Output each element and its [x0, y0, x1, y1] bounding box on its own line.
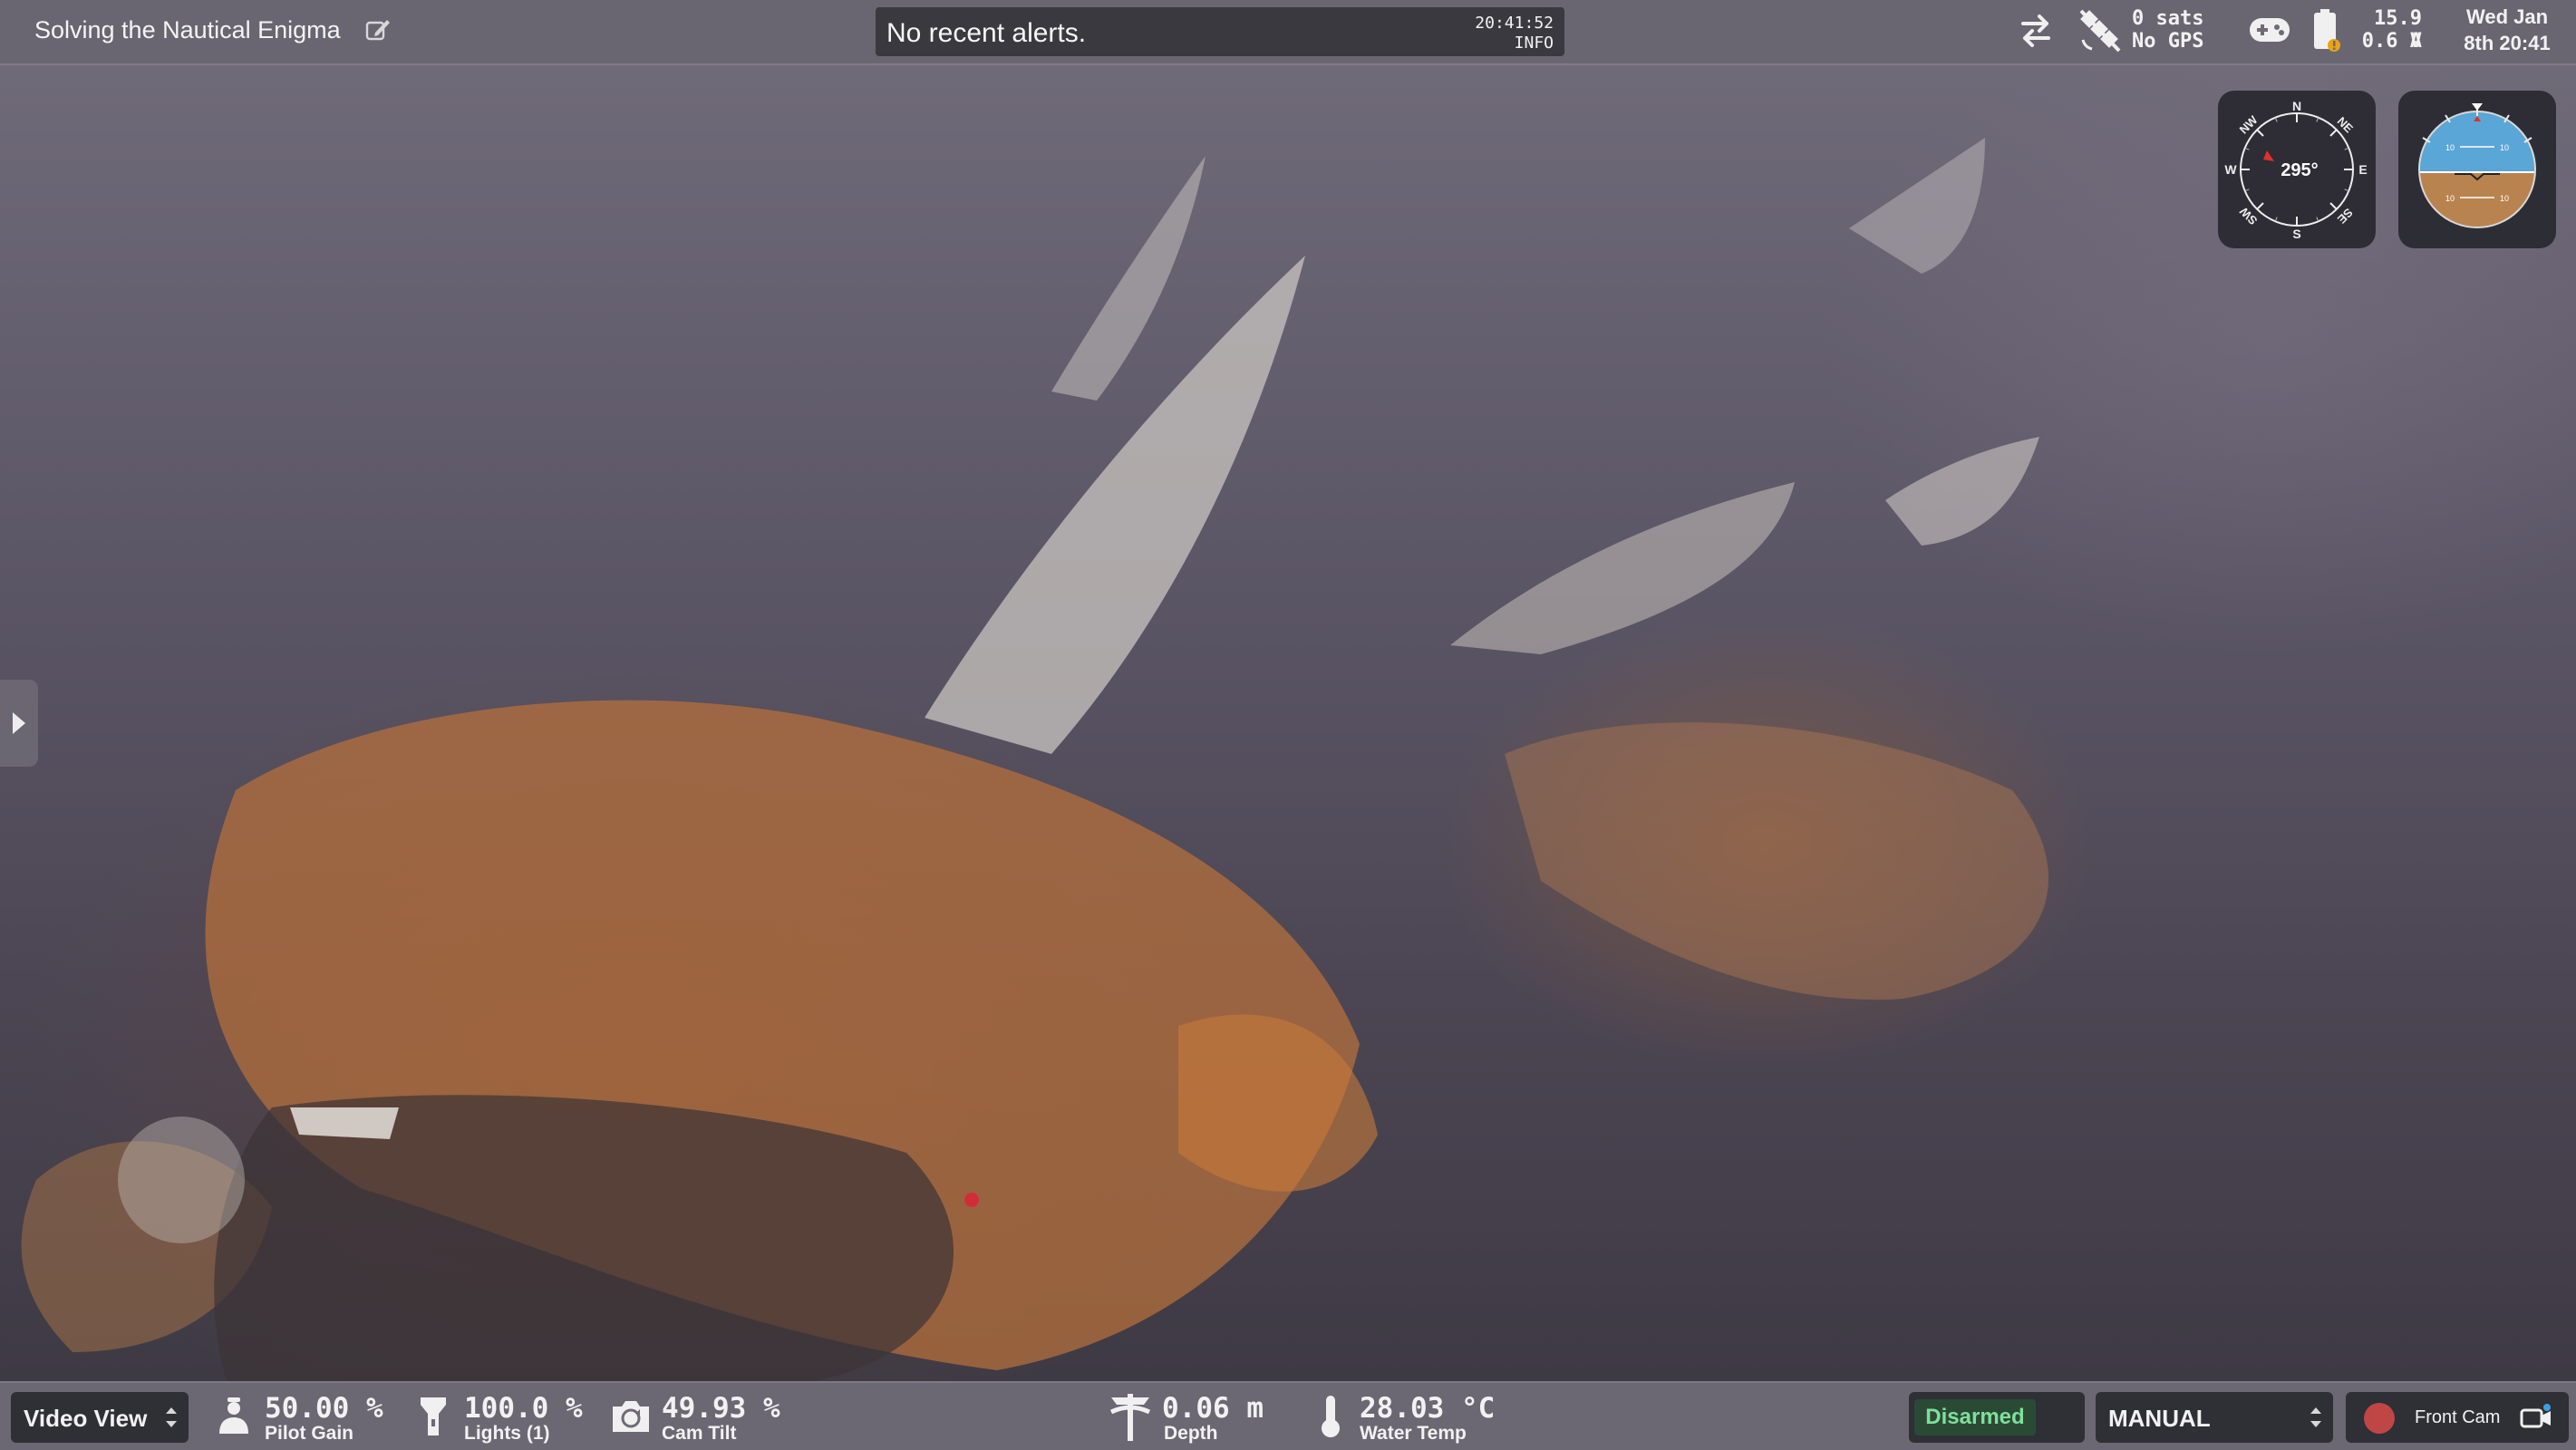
top-bar: Solving the Nautical Enigma No recent al… [0, 0, 2576, 65]
clock-time: 8th 20:41 [2464, 32, 2551, 54]
heading-pointer-icon [2263, 150, 2274, 161]
alert-banner[interactable]: No recent alerts. 20:41:52 INFO [876, 7, 1564, 56]
battery-current: 0.6 A [2361, 30, 2422, 53]
mission-name[interactable]: Solving the Nautical Enigma [34, 16, 341, 44]
satellite-off-icon[interactable] [2077, 7, 2123, 59]
cam-tilt-value: 49.93 % [662, 1392, 780, 1425]
video-camera-icon[interactable] [2520, 1403, 2552, 1432]
gps-sats: 0 sats [2132, 7, 2204, 30]
flight-mode-selector[interactable]: MANUAL [2096, 1392, 2333, 1443]
compass-dial: N S E W NE NW SE SW 295° [2224, 99, 2367, 241]
camera-rotate-icon [609, 1397, 653, 1438]
alert-level: INFO [1514, 34, 1554, 53]
water-temp-value: 28.03 °C [1360, 1392, 1496, 1425]
attitude-indicator: 10 10 10 10 [2418, 103, 2536, 228]
data-link-icon[interactable] [2018, 11, 2054, 55]
lights-value: 100.0 % [464, 1392, 583, 1425]
cam-tilt-caption: Cam Tilt [662, 1423, 737, 1444]
compass-s: S [2292, 227, 2300, 241]
video-feed [0, 65, 2576, 1381]
edit-icon[interactable] [364, 16, 392, 44]
compass-w: W [2224, 162, 2237, 177]
record-button[interactable] [2364, 1403, 2395, 1434]
attitude-widget[interactable]: 10 10 10 10 [2398, 91, 2556, 248]
pilot-gain-caption: Pilot Gain [265, 1423, 354, 1444]
water-temp-caption: Water Temp [1360, 1423, 1467, 1444]
updown-chevron-icon [163, 1403, 179, 1432]
arm-control[interactable]: Disarmed [1909, 1392, 2085, 1443]
clock-date: Wed Jan [2465, 5, 2549, 28]
compass-widget[interactable]: N S E W NE NW SE SW 295° [2218, 91, 2376, 248]
compass-n: N [2292, 99, 2301, 113]
flight-mode-label: MANUAL [2108, 1405, 2211, 1432]
alert-message: No recent alerts. [886, 18, 1087, 48]
alert-time: 20:41:52 [1475, 14, 1554, 33]
depth-caption: Depth [1164, 1423, 1218, 1444]
pitch-label: 10 [2500, 194, 2509, 203]
compass-nw: NW [2237, 112, 2261, 136]
view-label: Video View [24, 1405, 148, 1432]
lights-caption: Lights (1) [464, 1423, 550, 1444]
battery-icon[interactable] [2311, 7, 2342, 57]
bottom-bar: Video View 50.00 % Pilot Gain 100.0 % Li… [0, 1381, 2576, 1450]
underwater-scene [21, 138, 2048, 1381]
pilot-icon [214, 1396, 254, 1440]
gamepad-icon[interactable] [2248, 14, 2291, 50]
gps-status: No GPS [2132, 30, 2204, 53]
depth-anchor-icon [1108, 1392, 1153, 1447]
pitch-label: 10 [2445, 194, 2455, 203]
compass-e: E [2358, 162, 2367, 177]
arm-status-badge[interactable]: Disarmed [1914, 1399, 2036, 1436]
depth-value: 0.06 m [1162, 1392, 1264, 1425]
chevron-right-icon [11, 710, 27, 740]
flashlight-icon [415, 1396, 451, 1442]
camera-name: Front Cam [2415, 1407, 2501, 1427]
updown-chevron-icon [2308, 1403, 2324, 1432]
view-selector[interactable]: Video View [11, 1392, 189, 1443]
pilot-gain-value: 50.00 % [265, 1392, 383, 1425]
heading-value: 295° [2281, 160, 2318, 180]
side-panel-toggle[interactable] [0, 680, 38, 767]
thermometer-icon [1318, 1394, 1343, 1444]
pitch-label: 10 [2500, 143, 2509, 152]
camera-control[interactable]: Front Cam [2346, 1392, 2569, 1443]
pitch-label: 10 [2445, 143, 2455, 152]
